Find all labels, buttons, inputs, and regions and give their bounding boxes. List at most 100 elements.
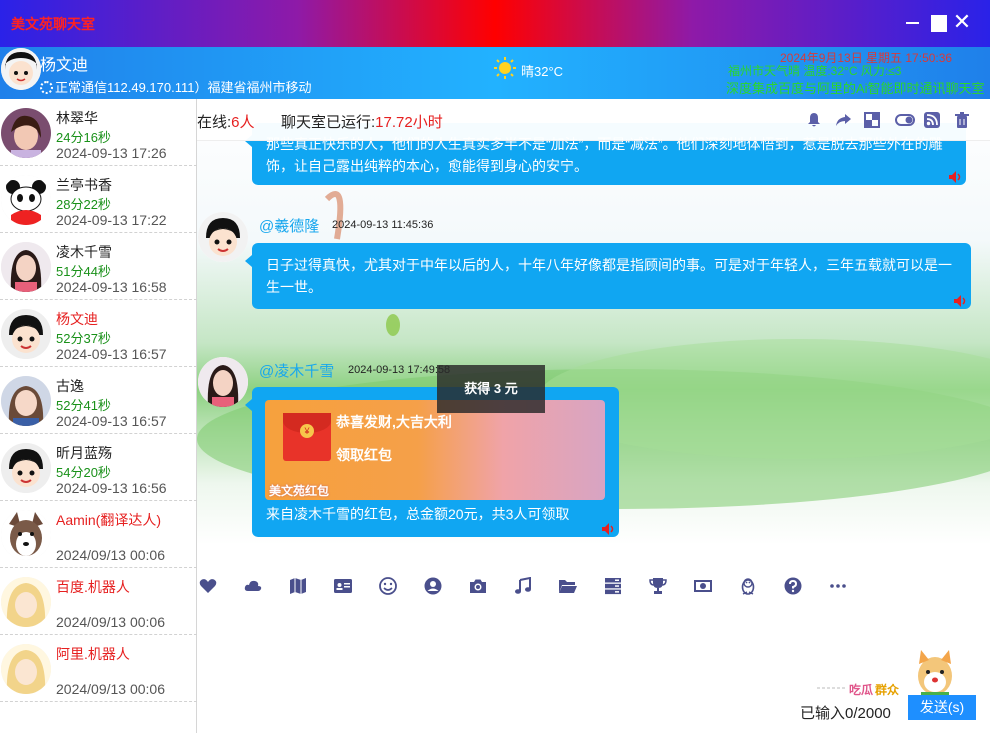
online-value: 6人 bbox=[231, 114, 255, 131]
connection-status-text: 正常通信112.49.170.111）福建省福州市移动 bbox=[55, 80, 312, 95]
message-time: 2024-09-13 11:45:36 bbox=[332, 219, 434, 231]
list-item[interactable]: 林翠华 24分16秒 2024-09-13 17:26 bbox=[0, 99, 197, 166]
online-duration: 24分16秒 bbox=[56, 130, 111, 145]
map-icon[interactable] bbox=[289, 577, 307, 595]
red-packet-description: 来自凌木千雪的红包，总金额20元，共3人可领取 bbox=[266, 506, 570, 522]
online-label: 在线: bbox=[197, 114, 232, 131]
title-bar: 美文苑聊天室 ✕ bbox=[0, 0, 990, 47]
online-duration: 52分41秒 bbox=[56, 398, 111, 413]
runtime: 聊天室已运行:17.72小时 bbox=[281, 111, 443, 132]
music-icon[interactable] bbox=[514, 577, 532, 595]
contact-name: Aamin(翻译达人) bbox=[56, 512, 162, 528]
contact-name: 凌木千雪 bbox=[56, 244, 112, 260]
smiley-icon[interactable] bbox=[379, 577, 397, 595]
user-circle-icon[interactable] bbox=[424, 577, 442, 595]
message-input[interactable]: 吃瓜 群众 已输入0/2000 发送(s) bbox=[197, 604, 990, 733]
list-item[interactable]: 兰亭书香 28分22秒 2024-09-13 17:22 bbox=[0, 166, 197, 233]
contact-name: 古逸 bbox=[56, 378, 84, 394]
weather-line: 福州市天气晴 温度:32°C 风力:≤3 bbox=[728, 64, 902, 78]
login-time: 2024-09-13 16:56 bbox=[56, 480, 167, 496]
avatar bbox=[1, 242, 51, 292]
cloud-icon[interactable] bbox=[244, 577, 262, 595]
send-button[interactable]: 发送(s) bbox=[908, 695, 976, 720]
login-time: 2024/09/13 00:06 bbox=[56, 681, 165, 697]
login-time: 2024/09/13 00:06 bbox=[56, 614, 165, 630]
share-icon[interactable] bbox=[835, 112, 851, 128]
weather-text: 晴32°C bbox=[521, 64, 564, 79]
avatar bbox=[1, 309, 51, 359]
open-red-packet-link[interactable]: 领取红包 bbox=[336, 444, 392, 466]
reward-toast: 获得 3 元 bbox=[437, 365, 545, 413]
toggle-icon[interactable] bbox=[895, 112, 915, 128]
speaker-icon[interactable] bbox=[954, 295, 968, 307]
money-icon[interactable] bbox=[694, 577, 712, 595]
red-packet-brand: 美文苑红包 bbox=[269, 484, 330, 498]
svg-text:吃瓜: 吃瓜 bbox=[849, 682, 873, 697]
runtime-value: 17.72小时 bbox=[375, 114, 443, 131]
help-icon[interactable] bbox=[784, 577, 802, 595]
online-duration: 28分22秒 bbox=[56, 197, 111, 212]
trophy-icon[interactable] bbox=[649, 577, 667, 595]
server-icon[interactable] bbox=[604, 577, 622, 595]
trash-icon[interactable] bbox=[954, 112, 970, 128]
list-item[interactable]: 昕月蓝殇 54分20秒 2024-09-13 16:56 bbox=[0, 434, 197, 501]
minimize-button[interactable] bbox=[903, 12, 923, 32]
avatar bbox=[1, 644, 51, 694]
list-item[interactable]: 杨文迪 52分37秒 2024-09-13 16:57 bbox=[0, 300, 197, 367]
message-author[interactable]: @羲德隆 bbox=[259, 215, 319, 236]
loading-icon bbox=[40, 81, 53, 94]
login-time: 2024-09-13 16:57 bbox=[56, 413, 167, 429]
avatar-icon bbox=[1, 48, 41, 90]
avatar[interactable] bbox=[198, 212, 248, 262]
more-icon[interactable] bbox=[829, 577, 847, 595]
list-item[interactable]: 阿里.机器人 2024/09/13 00:06 bbox=[0, 635, 197, 702]
list-item[interactable]: 凌木千雪 51分44秒 2024-09-13 16:58 bbox=[0, 233, 197, 300]
contact-name: 昕月蓝殇 bbox=[56, 445, 112, 461]
message-text: 日子过得真快，尤其对于中年以后的人，十年八年好像都是指顾间的事。可是对于年轻人，… bbox=[266, 257, 952, 295]
online-duration: 51分44秒 bbox=[56, 264, 111, 279]
penguin-icon[interactable] bbox=[739, 577, 757, 595]
marquee-text: 深度集成百度与阿里的Ai智能即时通讯聊天室 bbox=[726, 81, 985, 96]
contact-name: 兰亭书香 bbox=[56, 177, 112, 193]
sun-icon bbox=[494, 57, 516, 79]
chat-app-window: 美文苑聊天室 ✕ 杨文迪 正常通信112.49.170.111）福建省福州市移动… bbox=[0, 0, 990, 733]
avatar bbox=[1, 376, 51, 426]
maximize-button[interactable] bbox=[929, 12, 949, 32]
red-envelope-icon bbox=[283, 413, 331, 461]
speaker-icon[interactable] bbox=[602, 523, 616, 535]
login-time: 2024/09/13 00:06 bbox=[56, 547, 165, 563]
login-time: 2024-09-13 16:58 bbox=[56, 279, 167, 295]
camera-icon[interactable] bbox=[469, 577, 487, 595]
heart-icon[interactable] bbox=[199, 577, 217, 595]
list-item[interactable]: 古逸 52分41秒 2024-09-13 16:57 bbox=[0, 367, 197, 434]
message-author[interactable]: @凌木千雪 bbox=[259, 360, 334, 381]
input-toolbar bbox=[197, 568, 990, 604]
red-packet-card[interactable]: 恭喜发财,大吉大利 领取红包 美文苑红包 bbox=[265, 400, 605, 500]
avatar[interactable] bbox=[1, 48, 41, 90]
close-button[interactable]: ✕ bbox=[952, 11, 972, 33]
list-item[interactable]: 百度.机器人 2024/09/13 00:06 bbox=[0, 568, 197, 635]
chat-bubble: 日子过得真快，尤其对于中年以后的人，十年八年好像都是指顾间的事。可是对于年轻人，… bbox=[245, 243, 971, 309]
chat-info-bar: 在线:6人 聊天室已运行:17.72小时 bbox=[197, 99, 990, 141]
rss-icon[interactable] bbox=[924, 112, 940, 128]
online-duration: 52分37秒 bbox=[56, 331, 111, 346]
avatar bbox=[1, 577, 51, 627]
chat-messages[interactable]: 那些真正快乐的人，他们的人生真实多半不是“加法”，而是“减法”。他们深刻地体悟到… bbox=[197, 99, 990, 568]
avatar[interactable] bbox=[198, 357, 248, 407]
login-time: 2024-09-13 17:22 bbox=[56, 212, 167, 228]
contact-name: 阿里.机器人 bbox=[56, 646, 130, 662]
char-counter: 已输入0/2000 bbox=[800, 705, 891, 722]
restore-icon[interactable] bbox=[864, 112, 880, 128]
list-item[interactable]: Aamin(翻译达人) 2024/09/13 00:06 bbox=[0, 501, 197, 568]
login-time: 2024-09-13 16:57 bbox=[56, 346, 167, 362]
red-packet-title: 恭喜发财,大吉大利 bbox=[336, 414, 452, 430]
id-card-icon[interactable] bbox=[334, 577, 352, 595]
login-time: 2024-09-13 17:26 bbox=[56, 145, 167, 161]
folder-icon[interactable] bbox=[559, 577, 577, 595]
red-packet-message[interactable]: 恭喜发财,大吉大利 领取红包 美文苑红包 来自凌木千雪的红包，总金额20元，共3… bbox=[245, 387, 619, 537]
svg-text:群众: 群众 bbox=[874, 682, 900, 697]
contact-list: 林翠华 24分16秒 2024-09-13 17:26 兰亭书香 28分22秒 … bbox=[0, 99, 197, 733]
contact-name: 林翠华 bbox=[56, 110, 98, 126]
speaker-icon[interactable] bbox=[949, 171, 963, 183]
bell-icon[interactable] bbox=[806, 112, 822, 128]
